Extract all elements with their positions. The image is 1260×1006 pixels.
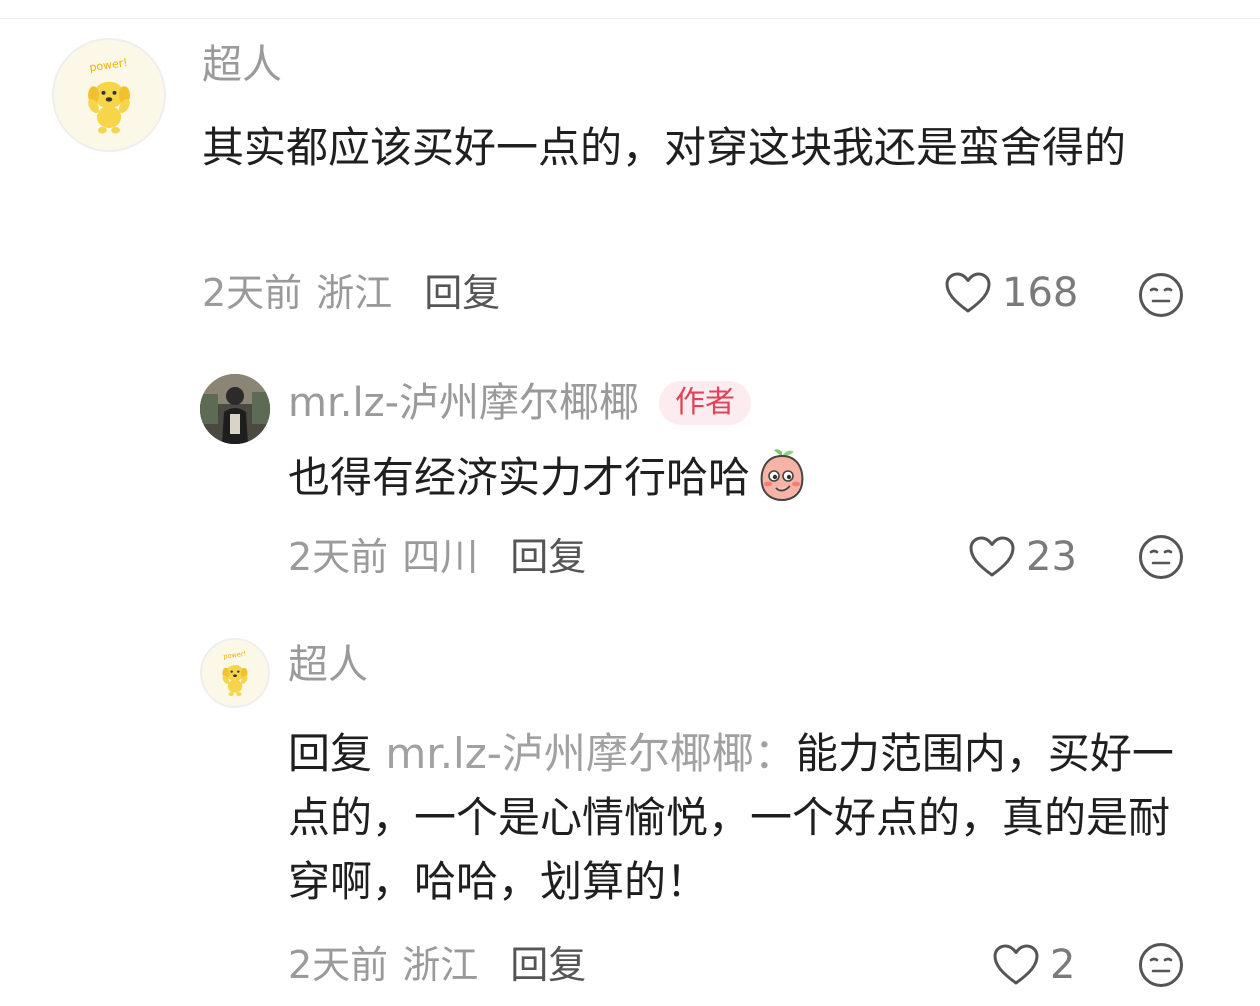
like-button[interactable]: 2 [992, 942, 1075, 988]
heart-icon [969, 536, 1015, 577]
svg-text:power!: power! [223, 650, 247, 661]
heart-icon [993, 944, 1039, 985]
meta-row: 2天前 四川 回复 [288, 534, 586, 580]
top-divider [0, 18, 1260, 19]
reply-target-username[interactable]: mr.lz-泸州摩尔椰椰： [385, 729, 796, 778]
comment-time: 2天前 [288, 943, 389, 987]
reply-button[interactable]: 回复 [510, 942, 586, 988]
reply-prefix: 回复 [288, 729, 373, 778]
name-row: 超人 [288, 640, 368, 690]
name-row: mr.lz-泸州摩尔椰椰 作者 [288, 378, 751, 428]
avatar[interactable]: power! [52, 38, 166, 152]
power-dog-icon: power! [88, 56, 130, 134]
reply-button[interactable]: 回复 [510, 534, 586, 580]
comment-text-body: 也得有经济实力才行哈哈 [288, 453, 751, 502]
author-badge: 作者 [659, 381, 751, 425]
avatar[interactable]: power! [200, 638, 270, 708]
like-button[interactable]: 168 [944, 270, 1078, 316]
comment-location: 浙江 [316, 271, 393, 315]
power-dog-icon: power! [222, 650, 248, 697]
peach-emoji-icon [760, 449, 804, 502]
comment-text: 其实都应该买好一点的，对穿这块我还是蛮舍得的 [202, 123, 1127, 172]
username[interactable]: 超人 [202, 40, 282, 90]
meh-face-icon[interactable] [1138, 272, 1184, 318]
like-count: 168 [1002, 270, 1079, 316]
name-row: 超人 [202, 40, 282, 90]
comment-text: 也得有经济实力才行哈哈 [288, 446, 1168, 510]
like-count: 2 [1050, 942, 1076, 988]
comment-location: 浙江 [402, 943, 479, 987]
meta-row: 2天前 浙江 回复 [288, 942, 586, 988]
comment-time: 2天前 [288, 535, 389, 579]
heart-icon [945, 272, 991, 313]
comment-text: 回复 mr.lz-泸州摩尔椰椰：能力范围内，买好一点的，一个是心情愉悦，一个好点… [288, 722, 1188, 914]
like-count: 23 [1026, 534, 1077, 580]
like-button[interactable]: 23 [968, 534, 1077, 580]
reply-button[interactable]: 回复 [424, 270, 500, 316]
meh-face-icon[interactable] [1138, 534, 1184, 580]
meh-face-icon[interactable] [1138, 942, 1184, 988]
username[interactable]: 超人 [288, 640, 368, 690]
meta-row: 2天前 浙江 回复 [202, 270, 500, 316]
comment-location: 四川 [402, 535, 479, 579]
svg-text:power!: power! [89, 56, 129, 74]
person-photo-icon [200, 374, 270, 444]
username[interactable]: mr.lz-泸州摩尔椰椰 [288, 378, 639, 428]
comment-time: 2天前 [202, 271, 303, 315]
avatar[interactable] [200, 374, 270, 444]
